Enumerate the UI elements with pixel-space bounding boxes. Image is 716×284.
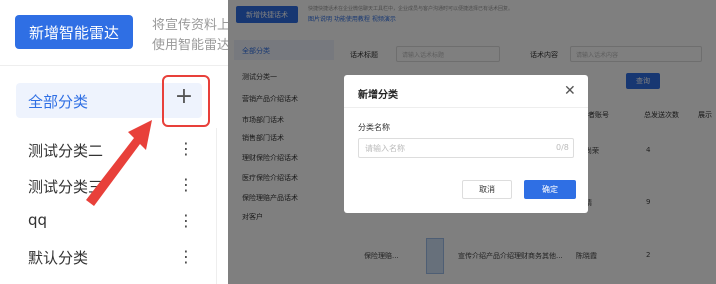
add-category-icon[interactable]: + <box>172 84 196 110</box>
input-placeholder: 请输入名称 <box>365 144 405 153</box>
more-icon[interactable]: ⋮ <box>178 249 194 265</box>
more-icon[interactable]: ⋮ <box>178 177 194 193</box>
app-screenshot: 新增快捷话术 快捷快捷话术在企业微信聊天工具栏中，企业成员与客户沟通时可以便捷选… <box>228 0 716 284</box>
char-counter: 0/8 <box>556 143 569 152</box>
hint-text-line2: 使用智能雷达系 <box>152 38 228 53</box>
dialog-divider <box>344 107 588 108</box>
close-icon[interactable]: ✕ <box>564 84 576 98</box>
category-item-label[interactable]: qq <box>28 211 47 229</box>
dialog-title: 新增分类 <box>358 90 398 101</box>
new-smart-radar-button[interactable]: 新增智能雷达 <box>15 15 133 49</box>
more-icon[interactable]: ⋮ <box>178 213 194 229</box>
red-arrow-icon <box>86 120 152 206</box>
category-all-label: 全部分类 <box>28 93 89 111</box>
divider <box>0 65 228 66</box>
category-item-label[interactable]: 默认分类 <box>28 247 88 268</box>
field-label: 分类名称 <box>358 123 390 132</box>
hint-text-line1: 将宣传资料上传 <box>152 18 228 33</box>
cancel-button[interactable]: 取消 <box>462 180 512 199</box>
left-zoom-panel: 新增智能雷达 将宣传资料上传 使用智能雷达系 全部分类 + 测试分类二 ⋮ 测试… <box>0 0 228 284</box>
column-divider <box>216 128 217 284</box>
more-icon[interactable]: ⋮ <box>178 141 194 157</box>
confirm-button[interactable]: 确定 <box>524 180 576 199</box>
